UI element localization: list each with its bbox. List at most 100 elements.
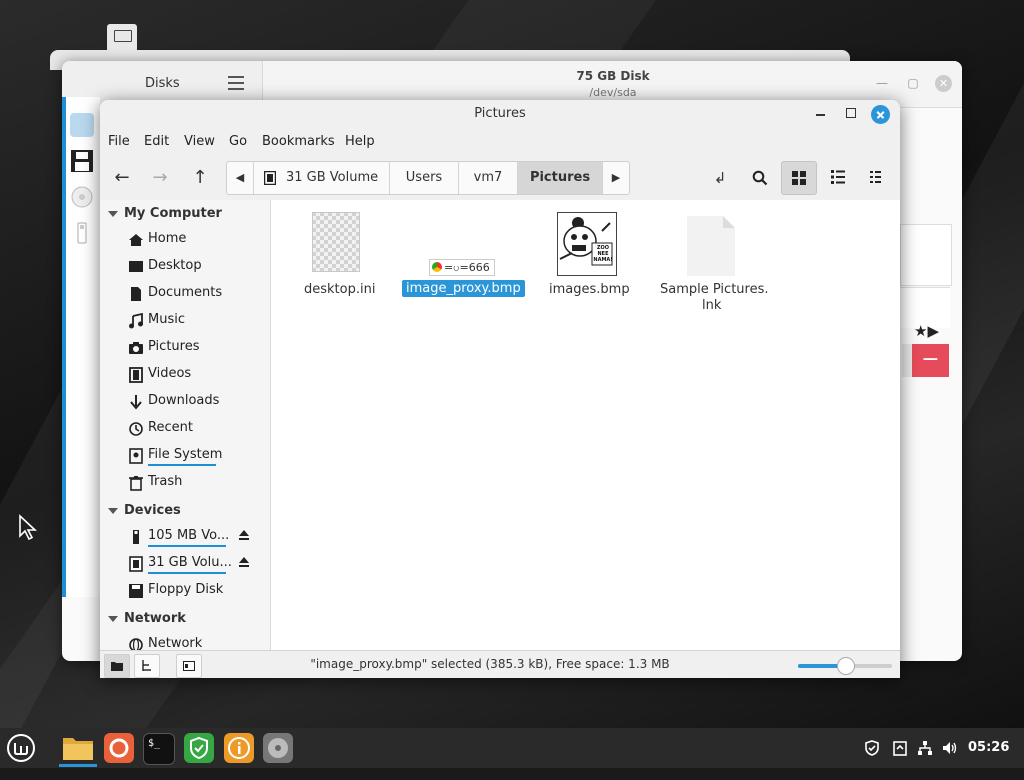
- link-file-icon: [687, 216, 735, 276]
- clipboard-icon[interactable]: [892, 740, 908, 756]
- breadcrumb-right-icon[interactable]: ▶: [603, 162, 629, 194]
- file-name: images.bmp: [549, 282, 630, 297]
- title-bar[interactable]: Pictures: [100, 100, 900, 128]
- document-icon: [131, 287, 141, 301]
- icon-view-button[interactable]: [781, 161, 817, 195]
- sidebar-item-pictures[interactable]: Pictures: [128, 337, 266, 359]
- sidebar-toggle-icon: [183, 661, 195, 671]
- desktop-computer-icon[interactable]: [107, 24, 137, 52]
- breadcrumb-users[interactable]: Users: [390, 162, 459, 194]
- show-treeview-button[interactable]: [134, 654, 160, 678]
- toggle-location-icon[interactable]: ↲: [706, 164, 734, 192]
- menu-bookmarks[interactable]: Bookmarks: [262, 134, 335, 149]
- mint-menu-icon[interactable]: [6, 733, 36, 763]
- show-places-button[interactable]: [104, 654, 130, 678]
- menu-go[interactable]: Go: [229, 134, 247, 149]
- network-tray-icon[interactable]: [917, 740, 933, 756]
- sidebar-item-home[interactable]: Home: [128, 229, 266, 251]
- maximize-icon[interactable]: ▢: [905, 75, 921, 91]
- usage-bar: [148, 545, 226, 547]
- sidebar-item-trash[interactable]: Trash: [128, 472, 266, 494]
- sidebar-item-file-system[interactable]: File System: [128, 445, 266, 467]
- usb-drive-icon: [133, 530, 139, 544]
- breadcrumb-left-icon[interactable]: ◀: [227, 162, 254, 194]
- files-folder-icon[interactable]: [62, 733, 93, 763]
- disk-item-hdd-icon[interactable]: [70, 113, 94, 137]
- sidebar-item-downloads[interactable]: Downloads: [128, 391, 266, 413]
- breadcrumb-volume-label: 31 GB Volume: [286, 170, 379, 185]
- file-item-image-proxy-bmp[interactable]: =ပ=666 image_proxy.bmp: [401, 212, 525, 302]
- floppy-disk-icon[interactable]: [70, 149, 94, 173]
- section-devices[interactable]: Devices: [108, 503, 181, 518]
- sidebar-item-videos[interactable]: Videos: [128, 364, 266, 386]
- image-thumbnail: ZOO NEE NAMA!: [557, 212, 617, 276]
- section-network[interactable]: Network: [108, 611, 186, 626]
- volume-icon[interactable]: [942, 740, 958, 756]
- desktop-icon: [129, 261, 143, 272]
- minimize-icon[interactable]: [816, 114, 825, 116]
- breadcrumb: ◀ 31 GB Volume Users vm7 Pictures ▶: [226, 161, 630, 195]
- window-title: Pictures: [474, 106, 526, 121]
- file-manager-window[interactable]: Pictures File Edit View Go Bookmarks Hel…: [100, 100, 900, 678]
- firefox-icon[interactable]: [104, 733, 134, 763]
- folder-icon: [111, 662, 123, 671]
- menu-view[interactable]: View: [184, 134, 215, 149]
- update-manager-shield-icon[interactable]: [184, 733, 214, 763]
- file-name-line2: lnk: [702, 298, 722, 313]
- file-item-sample-pictures-lnk[interactable]: Sample Pictures. lnk: [656, 212, 769, 317]
- breadcrumb-volume[interactable]: 31 GB Volume: [254, 162, 390, 194]
- eject-icon[interactable]: [238, 529, 250, 541]
- sidebar-item-network[interactable]: Network: [128, 634, 266, 650]
- hide-sidebar-button[interactable]: [176, 654, 202, 678]
- toolbar: ← → ↑ ◀ 31 GB Volume Users vm7 Pictures …: [100, 156, 900, 201]
- disks-app-icon[interactable]: [263, 733, 293, 763]
- partition-action-button[interactable]: [902, 344, 912, 377]
- drive-icon: [264, 171, 276, 185]
- system-info-icon[interactable]: [224, 733, 254, 763]
- up-arrow-icon[interactable]: ↑: [186, 164, 214, 192]
- sidebar-item-105mb-volume[interactable]: 105 MB Vo...: [128, 526, 266, 548]
- close-icon[interactable]: ✕: [935, 75, 952, 92]
- eject-icon[interactable]: [238, 556, 250, 568]
- list-icon: [831, 170, 845, 184]
- sidebar-item-music[interactable]: Music: [128, 310, 266, 332]
- breadcrumb-pictures[interactable]: Pictures: [518, 162, 603, 194]
- search-icon[interactable]: [746, 164, 774, 192]
- file-item-images-bmp[interactable]: ZOO NEE NAMA! images.bmp: [547, 212, 630, 302]
- breadcrumb-vm7[interactable]: vm7: [459, 162, 518, 194]
- partition-controls[interactable]: ★▶: [914, 322, 939, 340]
- list-view-button[interactable]: [821, 161, 855, 193]
- sidebar-item-documents[interactable]: Documents: [128, 283, 266, 305]
- music-icon: [129, 313, 143, 329]
- zoom-slider-handle[interactable]: [837, 657, 855, 675]
- menu-help[interactable]: Help: [345, 134, 375, 149]
- close-icon[interactable]: [871, 105, 890, 124]
- file-name: image_proxy.bmp: [402, 280, 525, 297]
- menu-file[interactable]: File: [108, 134, 130, 149]
- file-view[interactable]: desktop.ini =ပ=666 image_proxy.bmp ZOO N…: [271, 200, 900, 650]
- usb-drive-icon[interactable]: [70, 221, 94, 245]
- status-bar: "image_proxy.bmp" selected (385.3 kB), F…: [100, 650, 900, 678]
- sidebar-item-recent[interactable]: Recent: [128, 418, 266, 440]
- compact-view-button[interactable]: [860, 161, 894, 193]
- sidebar-item-31gb-volume[interactable]: 31 GB Volu...: [128, 553, 266, 575]
- usage-bar: [148, 464, 216, 466]
- back-arrow-icon[interactable]: ←: [108, 164, 136, 192]
- menu-edit[interactable]: Edit: [144, 134, 169, 149]
- terminal-icon[interactable]: $_: [143, 733, 175, 765]
- sidebar-item-desktop[interactable]: Desktop: [128, 256, 266, 278]
- file-item-desktop-ini[interactable]: desktop.ini: [301, 212, 375, 302]
- sidebar-item-floppy-disk[interactable]: Floppy Disk: [128, 580, 266, 602]
- film-icon: [129, 367, 143, 383]
- clock[interactable]: 05:26: [968, 740, 1009, 755]
- hamburger-menu-icon[interactable]: [228, 76, 244, 90]
- places-sidebar: My Computer Home Desktop Documents Music…: [100, 200, 271, 650]
- delete-partition-button[interactable]: −: [912, 344, 949, 377]
- forward-arrow-icon[interactable]: →: [146, 164, 174, 192]
- security-shield-icon[interactable]: [864, 740, 880, 756]
- maximize-icon[interactable]: [846, 108, 856, 118]
- optical-drive-icon[interactable]: [70, 185, 94, 209]
- minimize-icon[interactable]: —: [874, 75, 890, 91]
- menu-bar: File Edit View Go Bookmarks Help: [100, 128, 900, 156]
- section-my-computer[interactable]: My Computer: [108, 206, 222, 221]
